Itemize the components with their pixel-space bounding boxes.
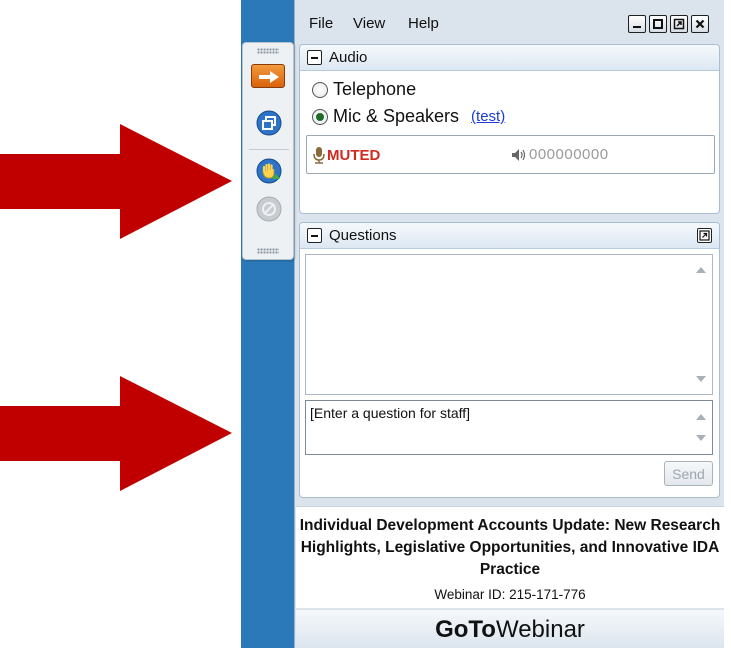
audio-header: Audio <box>300 45 719 71</box>
scroll-down-icon[interactable] <box>696 376 706 382</box>
brand-regular: Webinar <box>495 616 585 643</box>
audio-title: Audio <box>329 49 368 66</box>
audio-collapse-button[interactable] <box>307 50 322 65</box>
red-arrow-bottom <box>0 376 232 491</box>
arrow-toggle-icon[interactable] <box>251 64 285 88</box>
maximize-icon[interactable] <box>649 15 667 33</box>
drag-grip-bottom[interactable] <box>257 248 279 254</box>
webinar-title: Individual Development Accounts Update: … <box>299 517 721 578</box>
audio-status-box: MUTED 000000000 <box>306 135 715 174</box>
speaker-level: 000000000 <box>529 146 609 163</box>
close-icon[interactable] <box>691 15 709 33</box>
questions-header: Questions <box>300 223 719 249</box>
red-arrow-top <box>0 124 232 239</box>
input-scroll-down-icon[interactable] <box>696 435 706 441</box>
menu-view[interactable]: View <box>353 15 385 32</box>
webinar-info: Individual Development Accounts Update: … <box>296 506 724 608</box>
telephone-option[interactable]: Telephone <box>312 79 416 100</box>
telephone-label: Telephone <box>333 79 417 99</box>
telephone-radio[interactable] <box>312 81 328 98</box>
questions-popout-icon[interactable] <box>697 228 712 243</box>
muted-status: MUTED <box>327 147 381 164</box>
questions-title: Questions <box>329 227 397 244</box>
input-scroll-up-icon[interactable] <box>696 414 706 420</box>
send-button[interactable]: Send <box>664 461 713 486</box>
questions-log[interactable] <box>305 254 713 395</box>
question-input[interactable]: [Enter a question for staff] <box>305 400 713 455</box>
mic-speakers-label: Mic & Speakers <box>333 106 460 126</box>
mic-speakers-option[interactable]: Mic & Speakers (test) <box>312 106 505 127</box>
question-input-placeholder: [Enter a question for staff] <box>310 405 471 421</box>
toolbar-divider <box>249 149 289 150</box>
speaker-icon <box>512 149 526 161</box>
window-popout-icon[interactable] <box>256 110 282 136</box>
popout-icon[interactable] <box>670 15 688 33</box>
webinar-id: Webinar ID: 215-171-776 <box>434 587 586 602</box>
raise-hand-icon[interactable] <box>256 158 282 184</box>
disabled-icon <box>256 196 282 222</box>
screen: File View Help Audio Telephone Mic & Spe… <box>0 0 731 648</box>
footer: GoToWebinar <box>296 610 724 648</box>
microphone-icon[interactable] <box>313 146 325 164</box>
drag-grip-top[interactable] <box>257 48 279 54</box>
mic-speakers-radio[interactable] <box>312 108 328 125</box>
menu-bar: File View Help <box>300 10 720 38</box>
minimize-icon[interactable] <box>628 15 646 33</box>
scroll-up-icon[interactable] <box>696 267 706 273</box>
questions-collapse-button[interactable] <box>307 228 322 243</box>
menu-file[interactable]: File <box>309 15 333 32</box>
grab-tab-toolbar[interactable] <box>242 42 294 260</box>
brand-logo: GoToWebinar <box>296 616 724 644</box>
menu-help[interactable]: Help <box>408 15 439 32</box>
audio-test-link[interactable]: (test) <box>471 108 505 125</box>
audio-section: Audio <box>299 44 720 214</box>
brand-bold: GoTo <box>435 616 496 643</box>
